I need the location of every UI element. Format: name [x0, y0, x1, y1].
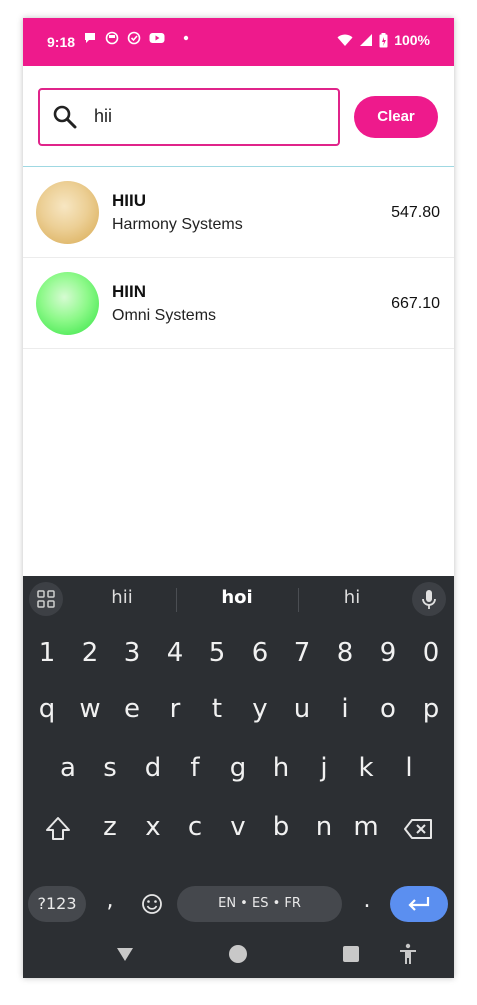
microphone-icon	[422, 590, 436, 609]
dot-icon	[183, 35, 189, 41]
status-bar: 9:18 100%	[23, 18, 454, 66]
key-z[interactable]: z	[90, 812, 130, 842]
symbols-key[interactable]: ?123	[28, 886, 86, 922]
key-8[interactable]: 8	[325, 638, 365, 668]
suggestion-bar: hii hoi hi	[23, 576, 454, 622]
list-item[interactable]: HIIU Harmony Systems 547.80	[23, 167, 454, 258]
key-p[interactable]: p	[411, 694, 451, 724]
back-icon[interactable]	[115, 944, 135, 964]
phone-screen: 9:18 100% hii Clear HIIU Harmony Systems…	[23, 18, 454, 978]
key-a[interactable]: a	[48, 753, 88, 783]
key-s[interactable]: s	[90, 753, 130, 783]
accessibility-icon[interactable]	[398, 943, 418, 965]
emoji-key[interactable]	[136, 888, 168, 920]
item-company: Omni Systems	[112, 307, 217, 324]
key-j[interactable]: j	[304, 753, 344, 783]
key-d[interactable]: d	[133, 753, 173, 783]
chat-bubble-icon	[85, 33, 95, 43]
wifi-icon	[337, 34, 353, 46]
youtube-icon	[149, 33, 165, 43]
key-i[interactable]: i	[325, 694, 365, 724]
key-y[interactable]: y	[240, 694, 280, 724]
clear-button[interactable]: Clear	[354, 96, 438, 138]
comma-key[interactable]: ,	[90, 888, 130, 913]
key-t[interactable]: t	[197, 694, 237, 724]
shift-key[interactable]	[41, 812, 75, 846]
item-price: 667.10	[391, 295, 440, 312]
key-5[interactable]: 5	[197, 638, 237, 668]
key-q[interactable]: q	[27, 694, 67, 724]
key-k[interactable]: k	[346, 753, 386, 783]
home-icon[interactable]	[228, 944, 248, 964]
key-3[interactable]: 3	[112, 638, 152, 668]
list-item[interactable]: HIIN Omni Systems 667.10	[23, 258, 454, 349]
key-r[interactable]: r	[155, 694, 195, 724]
key-l[interactable]: l	[389, 753, 429, 783]
apps-grid-button[interactable]	[29, 582, 63, 616]
navigation-bar	[23, 934, 454, 978]
item-company: Harmony Systems	[112, 216, 243, 233]
shift-icon	[46, 817, 70, 840]
key-o[interactable]: o	[368, 694, 408, 724]
emoji-icon	[142, 894, 162, 914]
key-f[interactable]: f	[175, 753, 215, 783]
period-key[interactable]: .	[347, 888, 387, 913]
item-symbol: HIIN	[112, 282, 146, 301]
key-1[interactable]: 1	[27, 638, 67, 668]
key-9[interactable]: 9	[368, 638, 408, 668]
status-time: 9:18	[47, 34, 76, 50]
key-x[interactable]: x	[133, 812, 173, 842]
battery-percent: 100%	[394, 32, 430, 48]
notification-icon	[105, 31, 119, 45]
key-0[interactable]: 0	[411, 638, 451, 668]
suggestion-1[interactable]: hii	[62, 587, 182, 608]
key-u[interactable]: u	[282, 694, 322, 724]
battery-icon	[379, 32, 388, 47]
search-input-value: hii	[94, 106, 113, 126]
search-icon	[53, 105, 77, 129]
key-c[interactable]: c	[175, 812, 215, 842]
key-n[interactable]: n	[304, 812, 344, 842]
key-7[interactable]: 7	[282, 638, 322, 668]
key-4[interactable]: 4	[155, 638, 195, 668]
soft-keyboard: hii hoi hi 1 2 3 4 5 6 7 8 9 0 q w e r t…	[23, 576, 454, 978]
grid-icon	[37, 590, 55, 608]
signal-icon	[360, 34, 373, 46]
backspace-key[interactable]	[402, 814, 436, 844]
results-list: HIIU Harmony Systems 547.80 HIIN Omni Sy…	[23, 167, 454, 349]
key-b[interactable]: b	[261, 812, 301, 842]
status-system-icons: 100%	[337, 32, 430, 48]
item-symbol: HIIU	[112, 191, 146, 210]
key-v[interactable]: v	[218, 812, 258, 842]
space-bar[interactable]: EN • ES • FR	[177, 886, 342, 922]
suggestion-2[interactable]: hoi	[177, 587, 297, 608]
backspace-icon	[404, 819, 432, 839]
voice-input-button[interactable]	[412, 582, 446, 616]
key-h[interactable]: h	[261, 753, 301, 783]
recents-icon[interactable]	[342, 945, 360, 963]
key-m[interactable]: m	[346, 812, 386, 842]
suggestion-3[interactable]: hi	[292, 587, 412, 608]
avatar	[36, 272, 99, 335]
key-6[interactable]: 6	[240, 638, 280, 668]
status-notification-icons	[83, 31, 193, 45]
check-circle-icon	[127, 31, 141, 45]
avatar	[36, 181, 99, 244]
key-w[interactable]: w	[70, 694, 110, 724]
item-price: 547.80	[391, 204, 440, 221]
enter-icon	[408, 897, 430, 911]
enter-key[interactable]	[390, 886, 448, 922]
search-area: hii Clear	[23, 66, 454, 167]
search-input[interactable]: hii	[38, 88, 340, 146]
key-e[interactable]: e	[112, 694, 152, 724]
key-g[interactable]: g	[218, 753, 258, 783]
key-2[interactable]: 2	[70, 638, 110, 668]
